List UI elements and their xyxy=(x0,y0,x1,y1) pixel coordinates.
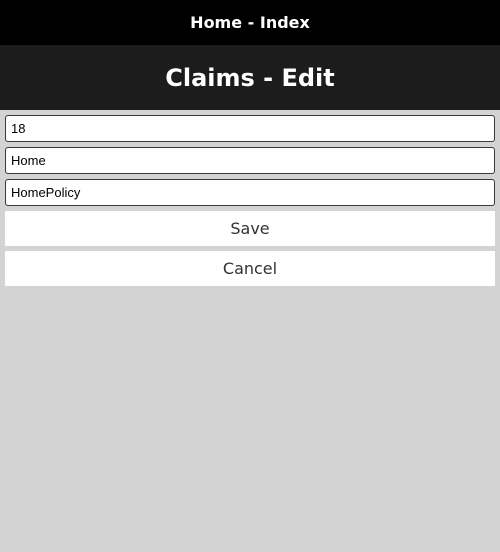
policy-field[interactable] xyxy=(5,179,495,206)
top-nav-bar: Home - Index xyxy=(0,0,500,45)
home-index-link[interactable]: Home - Index xyxy=(190,13,310,32)
page-header: Claims - Edit xyxy=(0,45,500,110)
claim-edit-form: Save Cancel xyxy=(0,110,500,286)
page-title: Claims - Edit xyxy=(165,63,335,92)
claim-type-field[interactable] xyxy=(5,147,495,174)
claim-id-field[interactable] xyxy=(5,115,495,142)
cancel-button[interactable]: Cancel xyxy=(5,251,495,286)
save-button[interactable]: Save xyxy=(5,211,495,246)
